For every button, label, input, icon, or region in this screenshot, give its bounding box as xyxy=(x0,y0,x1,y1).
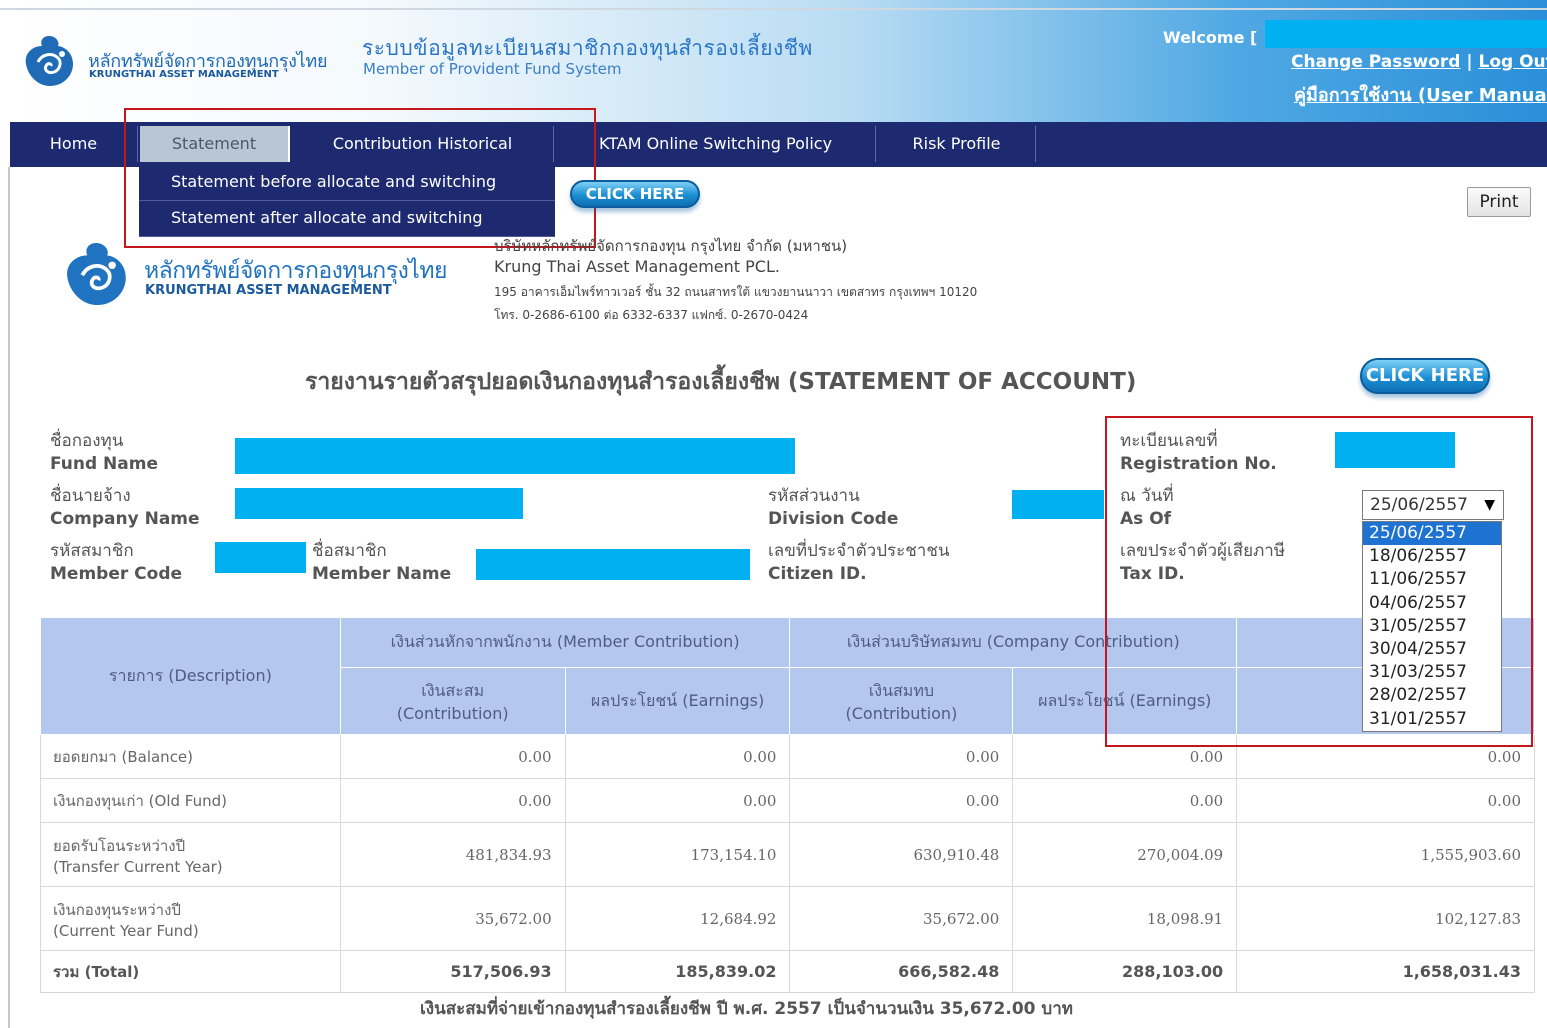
change-password-link[interactable]: Change Password xyxy=(1291,52,1460,72)
table-row: เงินกองทุนเก่า (Old Fund) 0.00 0.00 0.00… xyxy=(40,778,1535,823)
highlight-box-menu xyxy=(124,108,596,248)
nav-switching-policy[interactable]: KTAM Online Switching Policy xyxy=(556,126,876,162)
redacted-fund-name xyxy=(235,438,795,474)
header-member-contribution-amount: เงินสะสม (Contribution) xyxy=(339,667,566,735)
print-button[interactable]: Print xyxy=(1467,187,1531,217)
page-header: หลักทรัพย์จัดการกองทุนกรุงไทย KRUNGTHAI … xyxy=(0,0,1547,122)
contribution-footnote: เงินสะสมที่จ่ายเข้ากองทุนสำรองเลี้ยงชีพ … xyxy=(420,999,1073,1019)
report-title: รายงานรายตัวสรุปยอดเงินกองทุนสำรองเลี้ยง… xyxy=(305,369,1137,395)
ktam-logo-icon xyxy=(25,36,74,86)
header-logo-english: KRUNGTHAI ASSET MANAGEMENT xyxy=(89,69,279,80)
click-here-button-statement[interactable]: CLICK HERE xyxy=(1360,358,1490,394)
member-name-label: ชื่อสมาชิก Member Name xyxy=(312,541,452,584)
company-address: 195 อาคารเอ็มไพร์ทาวเวอร์ ชั้น 32 ถนนสาท… xyxy=(494,285,978,299)
header-member-earnings: ผลประโยชน์ (Earnings) xyxy=(564,667,791,735)
company-name-english: Krung Thai Asset Management PCL. xyxy=(494,257,780,276)
logout-link[interactable]: Log Out xyxy=(1478,52,1547,72)
company-phone: โทร. 0-2686-6100 ต่อ 6332-6337 แฟกซ์. 0-… xyxy=(494,308,809,322)
header-member-contribution: เงินส่วนหักจากพนักงาน (Member Contributi… xyxy=(339,617,791,668)
user-manual-link[interactable]: คู่มือการใช้งาน (User Manual) xyxy=(1294,80,1547,109)
table-row-total: รวม (Total) 517,506.93 185,839.02 666,58… xyxy=(40,950,1535,993)
header-divider xyxy=(0,8,1547,10)
redacted-division-code xyxy=(1012,490,1104,519)
user-links: Change Password | Log Out xyxy=(1291,52,1547,72)
redacted-username xyxy=(1265,20,1547,48)
header-company-contribution-amount: เงินสมทบ (Contribution) xyxy=(789,667,1014,735)
link-separator: | xyxy=(1466,52,1473,72)
redacted-member-code xyxy=(215,542,306,573)
page-left-border xyxy=(8,167,10,1028)
division-code-label: รหัสส่วนงาน Division Code xyxy=(768,486,899,529)
company-logo-english: KRUNGTHAI ASSET MANAGEMENT xyxy=(145,283,392,298)
redacted-member-name xyxy=(476,549,750,580)
ktam-logo-large-icon xyxy=(67,242,126,306)
table-row: ยอดรับโอนระหว่างปี (Transfer Current Year… xyxy=(40,822,1535,887)
citizen-id-label: เลขที่ประจำตัวประชาชน Citizen ID. xyxy=(768,541,950,584)
redacted-company-name xyxy=(235,488,523,519)
company-name-label: ชื่อนายจ้าง Company Name xyxy=(50,486,200,529)
highlight-box-asof xyxy=(1105,416,1533,747)
welcome-text: Welcome [ xyxy=(1163,28,1258,47)
header-description: รายการ (Description) xyxy=(40,617,341,735)
company-name-thai: บริษัทหลักทรัพย์จัดการกองทุน กรุงไทย จำก… xyxy=(494,237,848,255)
system-title-english: Member of Provident Fund System xyxy=(363,60,622,78)
click-here-button-top[interactable]: CLICK HERE xyxy=(570,180,700,208)
member-code-label: รหัสสมาชิก Member Code xyxy=(50,541,183,584)
fund-name-label: ชื่อกองทุน Fund Name xyxy=(50,431,159,474)
nav-risk-profile[interactable]: Risk Profile xyxy=(878,126,1036,162)
table-row: เงินกองทุนระหว่างปี (Current Year Fund) 3… xyxy=(40,886,1535,951)
nav-home[interactable]: Home xyxy=(10,126,138,162)
